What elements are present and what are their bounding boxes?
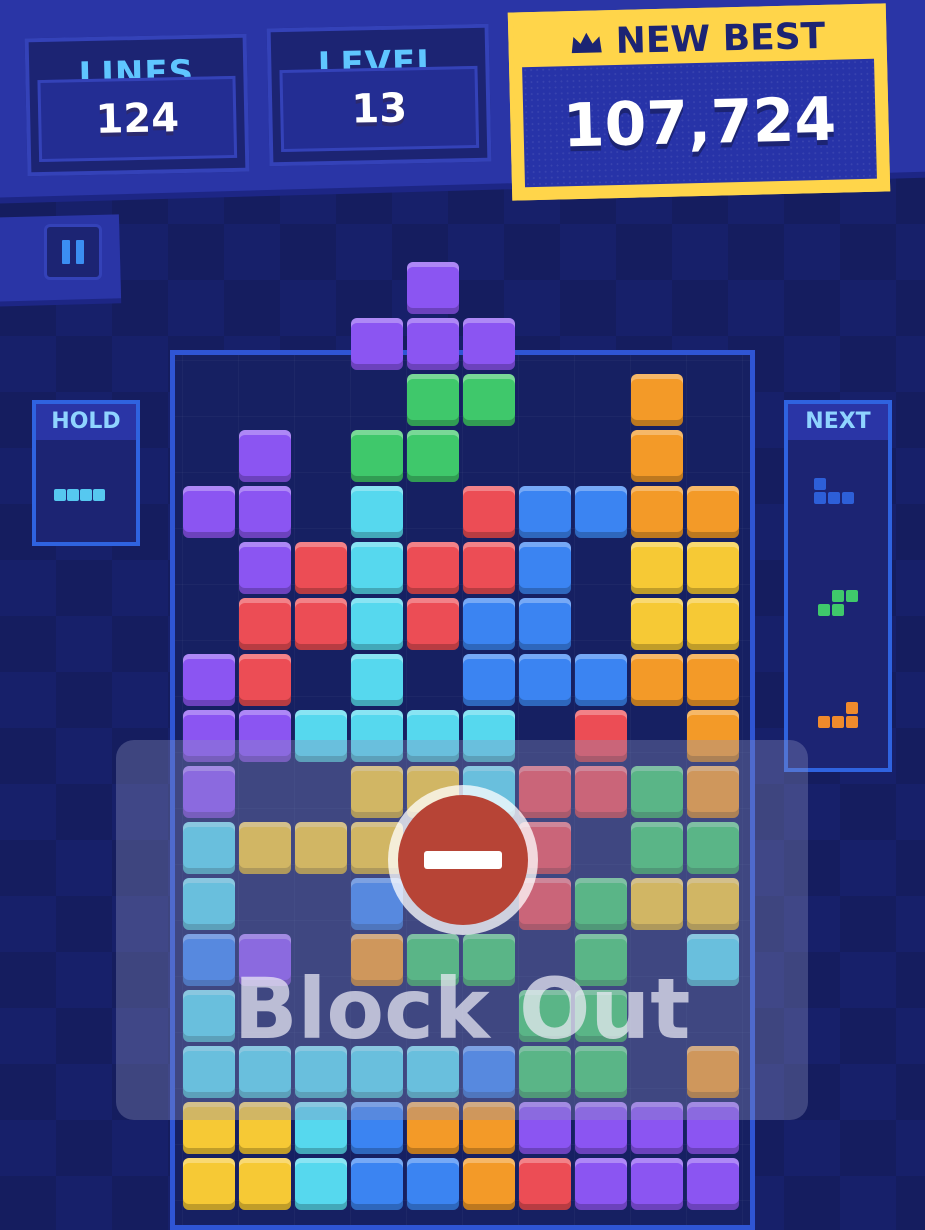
level-panel: LEVEL 13 (266, 23, 492, 167)
lines-value-box: 124 (37, 75, 238, 163)
block-purple (407, 262, 459, 314)
next-block (818, 716, 830, 728)
crown-icon (572, 32, 602, 53)
next-block (846, 716, 858, 728)
best-score-label: NEW BEST (615, 15, 826, 63)
next-block (828, 492, 840, 504)
no-entry-disc (398, 795, 528, 925)
level-value: 13 (350, 85, 408, 133)
hold-block (67, 489, 79, 501)
next-block (818, 604, 830, 616)
pause-button[interactable] (44, 224, 102, 280)
next-block (832, 604, 844, 616)
best-score-value: 107,724 (562, 84, 837, 162)
lines-panel: LINES 124 (24, 33, 250, 177)
next-block (814, 478, 826, 490)
hold-title: HOLD (36, 404, 136, 440)
next-block (832, 716, 844, 728)
hold-block (54, 489, 66, 501)
next-block (846, 702, 858, 714)
no-entry-bar (424, 851, 502, 869)
next-block (842, 492, 854, 504)
pause-icon (62, 240, 70, 264)
level-value-box: 13 (279, 65, 480, 153)
best-score-header: NEW BEST (513, 15, 882, 65)
hold-panel[interactable]: HOLD (32, 400, 140, 546)
block-out-message: Block Out (233, 960, 691, 1058)
hold-block (93, 489, 105, 501)
no-entry-icon (388, 785, 538, 935)
next-block (832, 590, 844, 602)
next-block (846, 590, 858, 602)
next-title: NEXT (788, 404, 888, 440)
best-score-panel: NEW BEST 107,724 (507, 3, 891, 201)
next-panel: NEXT (784, 400, 892, 772)
lines-value: 124 (95, 95, 180, 143)
next-block (814, 492, 826, 504)
hold-block (80, 489, 92, 501)
best-score-value-box: 107,724 (522, 58, 877, 188)
pause-icon-bar (76, 240, 84, 264)
